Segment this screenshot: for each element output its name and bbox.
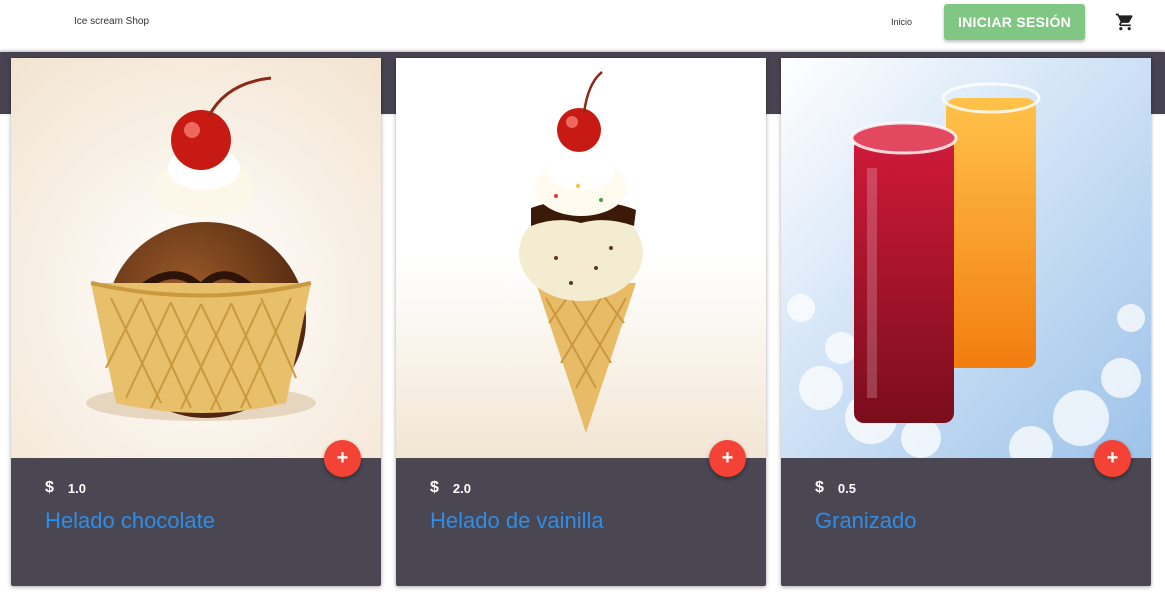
login-button[interactable]: INICIAR SESIÓN	[944, 4, 1085, 40]
product-price: 0.5	[837, 480, 856, 496]
price-row: $ 0.5	[815, 479, 856, 497]
nav-link-home[interactable]: Inicio	[891, 17, 912, 27]
dollar-icon: $	[45, 479, 54, 496]
granizado-image[interactable]	[781, 58, 1151, 458]
product-title[interactable]: Helado de vainilla	[430, 508, 604, 534]
dollar-icon: $	[430, 479, 439, 496]
product-price: 2.0	[452, 480, 471, 496]
price-row: $ 2.0	[430, 479, 471, 497]
chocolate-ice-cream-image[interactable]	[11, 58, 381, 458]
price-row: $ 1.0	[45, 479, 86, 497]
product-title[interactable]: Helado chocolate	[45, 508, 215, 534]
add-to-cart-button[interactable]: +	[709, 440, 746, 477]
brand-title[interactable]: Ice scream Shop	[74, 16, 149, 27]
navbar: Ice scream Shop Inicio INICIAR SESIÓN	[0, 0, 1165, 52]
add-to-cart-button[interactable]: +	[324, 440, 361, 477]
vanilla-ice-cream-image[interactable]	[396, 58, 766, 458]
add-to-cart-button[interactable]: +	[1094, 440, 1131, 477]
product-title[interactable]: Granizado	[815, 508, 917, 534]
product-price: 1.0	[67, 480, 86, 496]
dollar-icon: $	[815, 479, 824, 496]
product-card: + $ 1.0 Helado chocolate	[11, 58, 381, 586]
product-card: + $ 2.0 Helado de vainilla	[396, 58, 766, 586]
product-card: + $ 0.5 Granizado	[781, 58, 1151, 586]
shopping-cart-icon[interactable]	[1115, 12, 1135, 32]
